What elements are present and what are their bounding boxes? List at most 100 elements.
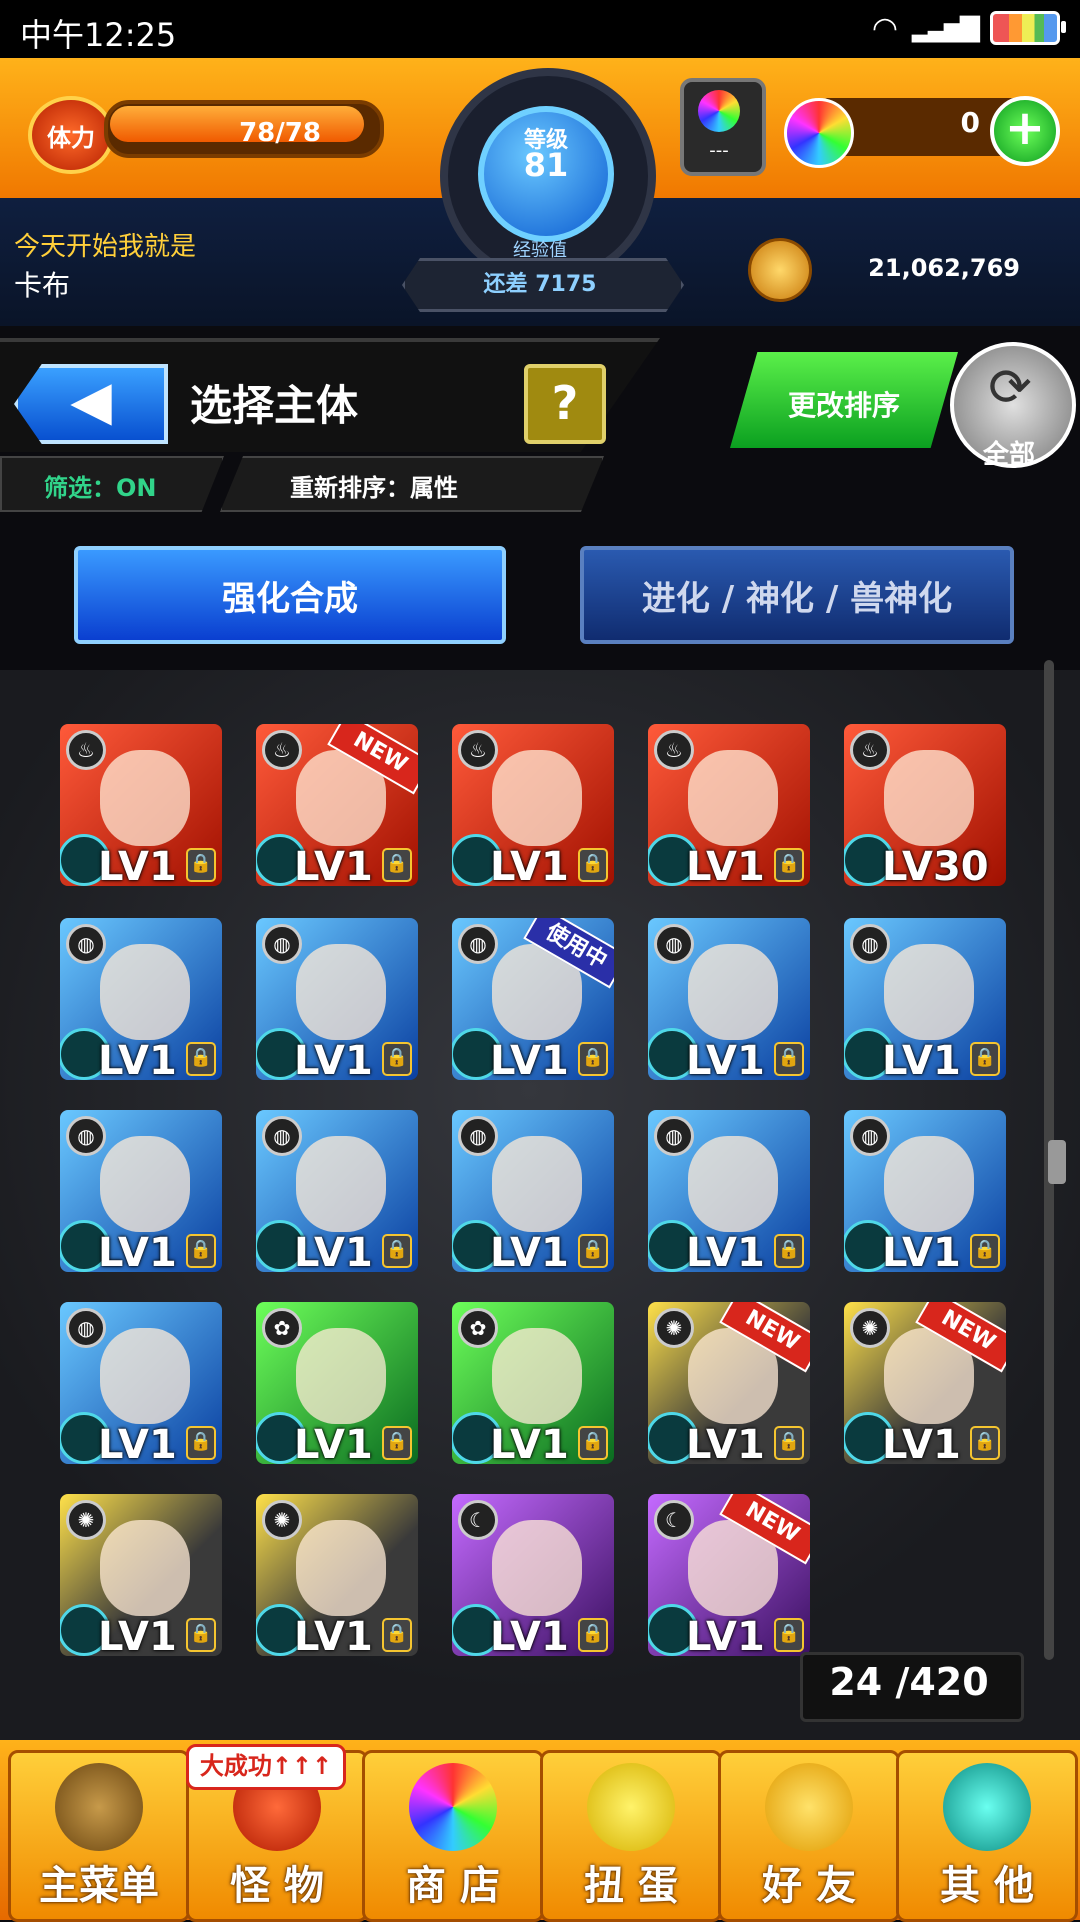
- scrollbar-thumb[interactable]: [1048, 1140, 1066, 1184]
- monster-card[interactable]: ♨ LV1 🔒: [452, 724, 614, 886]
- help-button[interactable]: ?: [524, 364, 606, 444]
- monster-card[interactable]: ◍ LV1 🔒: [648, 918, 810, 1080]
- lock-icon[interactable]: 🔒: [382, 848, 412, 882]
- monster-card[interactable]: ◍ LV1 🔒: [256, 918, 418, 1080]
- evolve-button[interactable]: 进化 / 神化 / 兽神化: [580, 546, 1014, 644]
- monster-card[interactable]: ◍ LV1 🔒 使用中: [452, 918, 614, 1080]
- nav-item[interactable]: 商 店: [362, 1750, 544, 1922]
- water-element-icon: ◍: [458, 1116, 498, 1156]
- monster-card[interactable]: ♨ LV30: [844, 724, 1006, 886]
- nav-item[interactable]: 主菜单: [8, 1750, 190, 1922]
- lock-icon[interactable]: 🔒: [578, 848, 608, 882]
- lock-icon[interactable]: 🔒: [774, 1234, 804, 1268]
- monster-card[interactable]: ◍ LV1 🔒: [844, 918, 1006, 1080]
- lock-icon[interactable]: 🔒: [970, 1042, 1000, 1076]
- monster-level: LV1: [686, 1614, 765, 1656]
- lock-icon[interactable]: 🔒: [578, 1042, 608, 1076]
- monster-portrait: [296, 1328, 386, 1424]
- water-element-icon: ◍: [654, 1116, 694, 1156]
- water-element-icon: ◍: [654, 924, 694, 964]
- monster-card[interactable]: ◍ LV1 🔒: [256, 1110, 418, 1272]
- monster-card[interactable]: ✺ LV1 🔒 NEW: [844, 1302, 1006, 1464]
- rainbow-orb-icon: [409, 1763, 497, 1851]
- monster-card[interactable]: ◍ LV1 🔒: [60, 1302, 222, 1464]
- lock-icon[interactable]: 🔒: [774, 848, 804, 882]
- monster-level: LV1: [490, 1422, 569, 1464]
- lock-icon[interactable]: 🔒: [186, 1042, 216, 1076]
- lock-icon[interactable]: 🔒: [774, 1426, 804, 1460]
- friends-icon: [765, 1763, 853, 1851]
- lock-icon[interactable]: 🔒: [970, 1426, 1000, 1460]
- monster-card[interactable]: ✿ LV1 🔒: [256, 1302, 418, 1464]
- monster-card[interactable]: ◍ LV1 🔒: [60, 1110, 222, 1272]
- gem-orb-icon: [784, 98, 854, 168]
- back-button[interactable]: ◀: [14, 364, 168, 444]
- exp-remaining: 还差 7175: [483, 272, 597, 297]
- lock-icon[interactable]: 🔒: [578, 1234, 608, 1268]
- monster-portrait: [688, 1136, 778, 1232]
- wood-element-icon: ✿: [458, 1308, 498, 1348]
- monster-level: LV1: [294, 844, 373, 886]
- nav-item[interactable]: 其 他: [896, 1750, 1078, 1922]
- lock-icon[interactable]: 🔒: [382, 1234, 412, 1268]
- nav-label: 好 友: [762, 1863, 856, 1909]
- castle-gate-icon: [55, 1763, 143, 1851]
- lock-icon[interactable]: 🔒: [578, 1426, 608, 1460]
- nav-label: 商 店: [406, 1863, 500, 1909]
- lock-icon[interactable]: 🔒: [774, 1042, 804, 1076]
- monster-level: LV1: [98, 1614, 177, 1656]
- dark-element-icon: ☾: [654, 1500, 694, 1540]
- fire-element-icon: ♨: [66, 730, 106, 770]
- monster-card[interactable]: ◍ LV1 🔒: [648, 1110, 810, 1272]
- monster-card[interactable]: ♨ LV1 🔒: [60, 724, 222, 886]
- monster-portrait: [100, 750, 190, 846]
- gold-coin-icon: [748, 238, 812, 302]
- lock-icon[interactable]: 🔒: [774, 1618, 804, 1652]
- monster-card[interactable]: ✺ LV1 🔒 NEW: [648, 1302, 810, 1464]
- lock-icon[interactable]: 🔒: [970, 1234, 1000, 1268]
- monster-level: LV1: [490, 1038, 569, 1080]
- monster-card[interactable]: ◍ LV1 🔒: [452, 1110, 614, 1272]
- monster-card[interactable]: ♨ LV1 🔒 NEW: [256, 724, 418, 886]
- monster-card[interactable]: ☾ LV1 🔒 NEW: [648, 1494, 810, 1656]
- sort-label: 重新排序：属性: [290, 474, 458, 502]
- monster-level: LV1: [294, 1614, 373, 1656]
- water-element-icon: ◍: [458, 924, 498, 964]
- monster-level: LV1: [686, 844, 765, 886]
- monster-card[interactable]: ◍ LV1 🔒: [844, 1110, 1006, 1272]
- player-name: 卡布: [14, 269, 71, 302]
- enhance-button[interactable]: 强化合成: [74, 546, 506, 644]
- lock-icon[interactable]: 🔒: [186, 1618, 216, 1652]
- battery-icon: [990, 11, 1066, 45]
- monster-portrait: [492, 1520, 582, 1616]
- monster-level: LV1: [686, 1230, 765, 1272]
- monster-portrait: [100, 1520, 190, 1616]
- monster-card[interactable]: ✺ LV1 🔒: [60, 1494, 222, 1656]
- monster-card[interactable]: ♨ LV1 🔒: [648, 724, 810, 886]
- lock-icon[interactable]: 🔒: [382, 1042, 412, 1076]
- nav-label: 其 他: [940, 1863, 1034, 1909]
- monster-level: LV1: [294, 1038, 373, 1080]
- monster-portrait: [100, 1136, 190, 1232]
- add-gem-button[interactable]: +: [990, 96, 1060, 166]
- monster-level: LV1: [882, 1038, 961, 1080]
- lock-icon[interactable]: 🔒: [578, 1618, 608, 1652]
- monster-card[interactable]: ✿ LV1 🔒: [452, 1302, 614, 1464]
- lock-icon[interactable]: 🔒: [186, 1234, 216, 1268]
- lock-icon[interactable]: 🔒: [186, 1426, 216, 1460]
- monster-portrait: [296, 944, 386, 1040]
- monster-level: LV1: [294, 1230, 373, 1272]
- other-icon: [943, 1763, 1031, 1851]
- monster-level: LV1: [98, 1422, 177, 1464]
- lock-icon[interactable]: 🔒: [382, 1426, 412, 1460]
- nav-item[interactable]: 好 友: [718, 1750, 900, 1922]
- monster-card[interactable]: ☾ LV1 🔒: [452, 1494, 614, 1656]
- monster-level: LV1: [490, 844, 569, 886]
- monster-card[interactable]: ✺ LV1 🔒: [256, 1494, 418, 1656]
- lock-icon[interactable]: 🔒: [186, 848, 216, 882]
- monster-card[interactable]: ◍ LV1 🔒: [60, 918, 222, 1080]
- lock-icon[interactable]: 🔒: [382, 1618, 412, 1652]
- wood-element-icon: ✿: [262, 1308, 302, 1348]
- nav-label: 主菜单: [39, 1863, 159, 1909]
- nav-item[interactable]: 扭 蛋: [540, 1750, 722, 1922]
